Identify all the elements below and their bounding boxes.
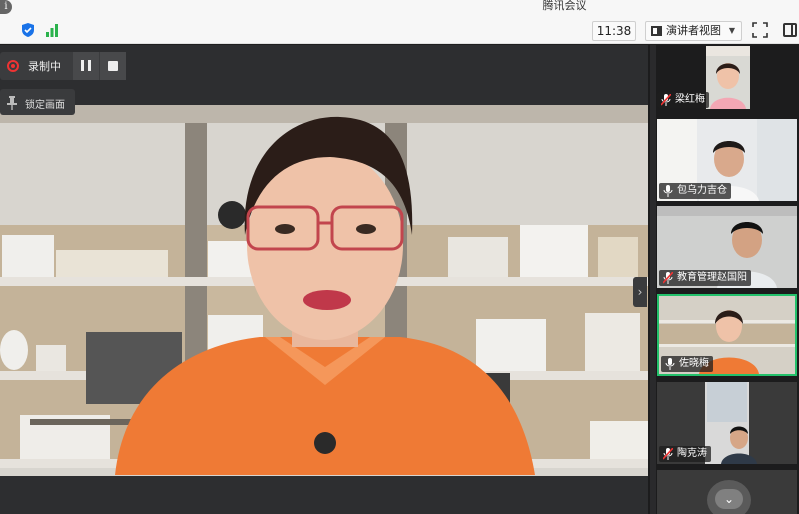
pin-icon <box>7 95 17 110</box>
participant-name-tag: 梁红梅 <box>657 90 712 108</box>
participant-name-tag: 包乌力吉仓 <box>659 183 731 199</box>
mic-muted-icon <box>663 448 673 460</box>
chevron-down-icon: ▼ <box>728 26 735 35</box>
participant-name: 教育管理赵国阳 <box>677 272 747 283</box>
sidebar-toggle-icon[interactable] <box>783 23 797 37</box>
recording-status-label: 录制中 <box>28 60 61 73</box>
stop-recording-button[interactable] <box>100 52 126 80</box>
scroll-down-button[interactable]: ⌄ <box>715 489 743 509</box>
pause-icon <box>81 60 84 71</box>
pause-icon <box>88 60 91 71</box>
title-bar: 腾讯会议 i 11:38 演讲者视图 ▼ <box>0 0 799 44</box>
next-page-arrow[interactable]: › <box>633 277 647 307</box>
participant-name: 梁红梅 <box>675 94 705 105</box>
participant-tile[interactable] <box>706 46 750 109</box>
main-speaker-video <box>0 45 648 514</box>
signal-icon[interactable] <box>44 22 60 38</box>
mic-icon <box>663 185 673 197</box>
mic-muted-icon <box>661 94 671 106</box>
stop-icon <box>108 61 118 71</box>
shield-icon[interactable] <box>20 22 36 38</box>
fullscreen-icon[interactable] <box>752 22 768 38</box>
participant-name: 陶克涛 <box>677 448 707 459</box>
record-icon <box>7 60 19 72</box>
speaker-video-frame <box>0 45 648 514</box>
video-bottom-band <box>0 476 648 514</box>
participant-tile[interactable]: 陶克涛 <box>657 382 797 464</box>
app-title: 腾讯会议 <box>542 0 587 12</box>
view-mode-dropdown[interactable]: 演讲者视图 ▼ <box>645 21 742 41</box>
participant-tile[interactable]: 教育管理赵国阳 <box>657 206 797 288</box>
mic-muted-icon <box>663 272 673 284</box>
mic-icon <box>665 358 675 370</box>
participant-name-tag: 陶克涛 <box>659 446 711 462</box>
lock-view-label: 锁定画面 <box>25 100 65 111</box>
participant-tile-active[interactable]: 佐晓梅 <box>657 294 797 376</box>
lock-view-button[interactable]: 锁定画面 <box>0 89 75 115</box>
participant-tile[interactable]: 包乌力吉仓 <box>657 119 797 201</box>
pause-recording-button[interactable] <box>73 52 99 80</box>
recording-panel: 录制中 <box>0 52 126 80</box>
meeting-time: 11:38 <box>592 21 636 41</box>
participant-name-tag: 佐晓梅 <box>661 356 713 372</box>
view-mode-label: 演讲者视图 <box>666 24 721 37</box>
participant-name-tag: 教育管理赵国阳 <box>659 270 751 286</box>
sidebar-divider[interactable] <box>650 45 656 514</box>
participant-name: 佐晓梅 <box>679 358 709 369</box>
participant-name: 包乌力吉仓 <box>677 185 727 196</box>
speaker-view-icon <box>651 26 662 36</box>
